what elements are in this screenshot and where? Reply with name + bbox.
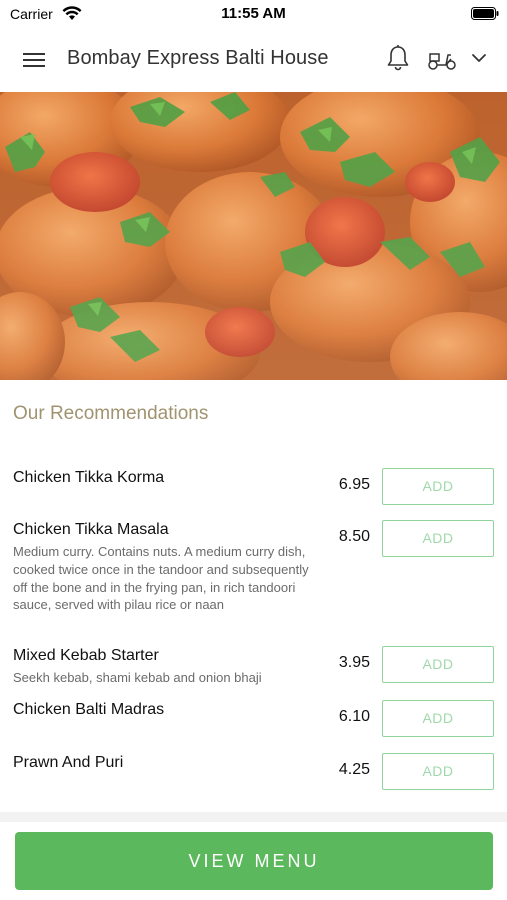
list-item: Chicken Balti Madras 6.10 ADD [0,687,507,740]
divider [0,812,507,822]
add-button[interactable]: ADD [382,646,494,683]
list-item: Chicken Tikka Masala Medium curry. Conta… [0,507,507,633]
item-price: 4.25 [338,761,370,778]
app-header: Bombay Express Balti House [0,28,507,92]
add-button[interactable]: ADD [382,700,494,737]
clock: 11:55 AM [221,5,286,22]
list-item: Prawn And Puri 4.25 ADD [0,740,507,800]
item-price: 3.95 [338,654,370,671]
item-name: Chicken Balti Madras [13,701,165,718]
item-description: Medium curry. Contains nuts. A medium cu… [13,544,309,613]
status-bar: Carrier 11:55 AM [0,0,507,28]
list-item: Chicken Tikka Korma 6.95 ADD [0,455,507,507]
restaurant-title: Bombay Express Balti House [67,47,329,69]
item-price: 8.50 [338,528,370,545]
add-button[interactable]: ADD [382,468,494,505]
item-price: 6.95 [338,476,370,493]
item-description: Seekh kebab, shami kebab and onion bhaji [13,670,262,685]
menu-icon[interactable] [22,50,46,70]
item-name: Chicken Tikka Masala [13,521,169,538]
recommendations-list: Chicken Tikka Korma 6.95 ADD Chicken Tik… [0,455,507,800]
bell-icon[interactable] [386,44,410,72]
battery-icon [471,7,499,20]
item-name: Prawn And Puri [13,754,124,771]
item-name: Chicken Tikka Korma [13,469,165,486]
section-title-recommendations: Our Recommendations [13,403,209,424]
add-button[interactable]: ADD [382,753,494,790]
chevron-down-icon[interactable] [470,50,488,66]
list-item: Mixed Kebab Starter Seekh kebab, shami k… [0,633,507,687]
hero-food-image [0,92,507,380]
scooter-icon[interactable] [427,46,457,72]
item-price: 6.10 [338,708,370,725]
item-name: Mixed Kebab Starter [13,647,159,664]
add-button[interactable]: ADD [382,520,494,557]
view-menu-button[interactable]: VIEW MENU [15,832,493,890]
